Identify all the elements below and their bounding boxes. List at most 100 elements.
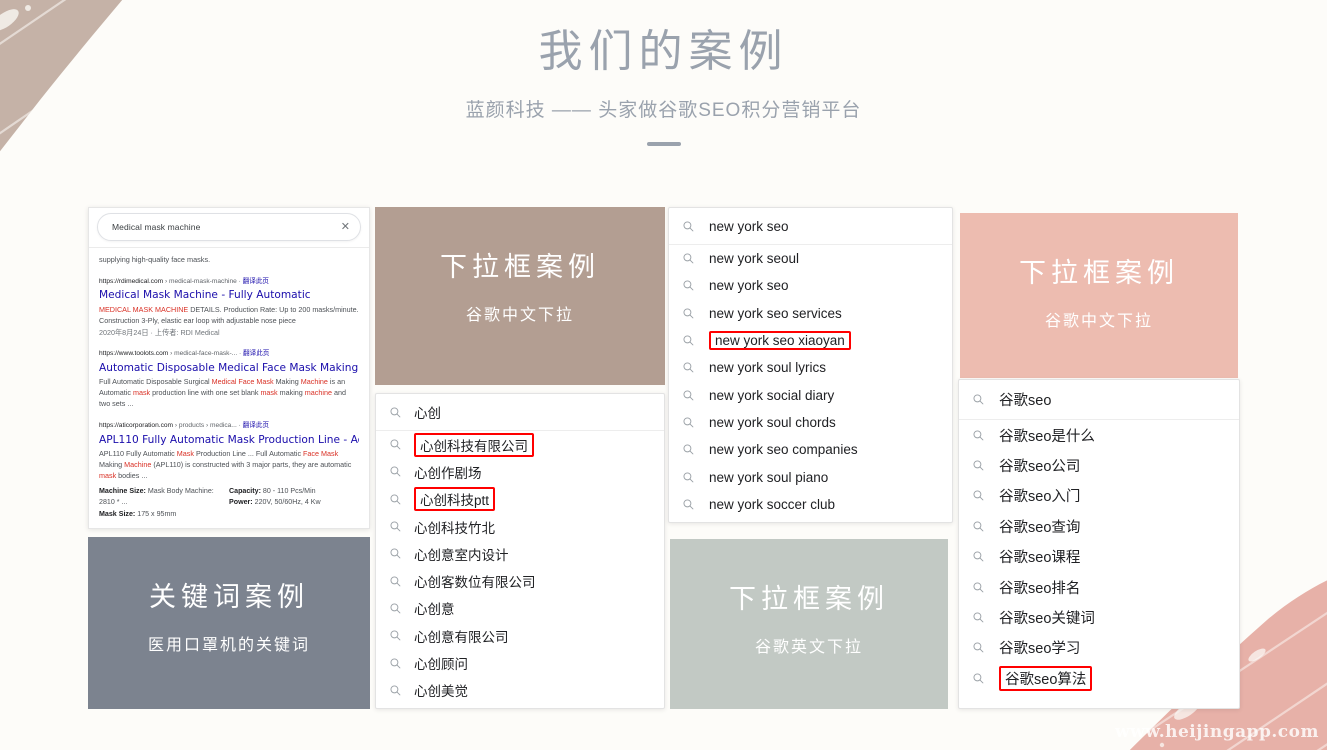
- suggest-item-label: new york social diary: [709, 387, 835, 403]
- suggest-item-label: 心创意有限公司: [414, 629, 509, 645]
- suggest-item[interactable]: 谷歌seo公司: [959, 450, 1239, 480]
- suggest-item-label: new york seo companies: [709, 442, 858, 458]
- serp-result-meta: 2020年8月24日 · 上传者: RDI Medical: [99, 327, 220, 337]
- suggest-item[interactable]: new york soul chords: [669, 409, 952, 436]
- search-icon: [969, 393, 987, 406]
- suggest-item[interactable]: new york seo services: [669, 300, 952, 327]
- translate-link[interactable]: 翻译此页: [243, 278, 269, 285]
- search-icon: [969, 520, 987, 533]
- search-icon: [969, 641, 987, 654]
- suggest-query-row[interactable]: new york seo: [669, 208, 952, 245]
- suggest-item-label-highlighted: 谷歌seo算法: [999, 665, 1093, 691]
- translate-link[interactable]: 翻译此页: [243, 422, 269, 429]
- search-icon: [679, 389, 697, 402]
- suggest-item-label: 谷歌seo入门: [999, 489, 1081, 506]
- suggest-item[interactable]: 心创客数位有限公司: [376, 567, 664, 594]
- suggest-item[interactable]: 谷歌seo查询: [959, 511, 1239, 541]
- search-icon: [969, 672, 987, 685]
- search-icon: [679, 334, 697, 347]
- search-icon: [679, 279, 697, 292]
- suggest-item-label: new york seoul: [709, 251, 800, 267]
- suggest-item-label: new york soccer club: [709, 496, 836, 512]
- card-subtitle: 谷歌中文下拉: [1044, 313, 1153, 330]
- search-icon: [679, 361, 697, 374]
- serp-search-input[interactable]: Medical mask machine: [112, 222, 341, 232]
- suggest-item[interactable]: 心创意有限公司: [376, 622, 664, 649]
- search-icon: [679, 307, 697, 320]
- search-icon: [969, 459, 987, 472]
- search-icon: [969, 489, 987, 502]
- google-serp-card: Medical mask machine ✕ supplying high-qu…: [88, 207, 370, 529]
- suggest-dropdown-google-seo: 谷歌seo 谷歌seo是什么 谷歌seo公司谷歌seo入门 谷歌seo查询 谷歌seo课…: [958, 379, 1240, 709]
- card-title: 下拉框案例: [729, 584, 889, 615]
- translate-link[interactable]: 翻译此页: [243, 350, 269, 357]
- slide-canvas: 我们的案例 蓝颜科技 —— 头家做谷歌SEO积分营销平台 Medical mas…: [0, 0, 1327, 750]
- suggest-item[interactable]: new york social diary: [669, 381, 952, 408]
- suggest-item[interactable]: 心创科技竹北: [376, 513, 664, 540]
- search-icon: [679, 220, 697, 233]
- serp-lead-text: supplying high-quality face masks.: [99, 255, 211, 264]
- suggest-item[interactable]: 心创意室内设计: [376, 540, 664, 567]
- serp-result-title[interactable]: Medical Mask Machine - Fully Automatic: [99, 288, 359, 302]
- suggest-item-label: new york soul lyrics: [709, 360, 827, 376]
- suggest-query-text: 心创: [414, 406, 441, 421]
- serp-result-url: https://rdimedical.com › medical-mask-ma…: [99, 277, 270, 285]
- suggest-item[interactable]: new york soccer club: [669, 491, 952, 518]
- suggest-item-label: 谷歌seo课程: [999, 550, 1081, 567]
- suggest-item[interactable]: new york seo xiaoyan: [669, 327, 952, 354]
- search-icon: [386, 657, 404, 670]
- suggest-item[interactable]: 心创科技有限公司: [376, 431, 664, 458]
- suggest-item[interactable]: 谷歌seo算法: [959, 663, 1239, 693]
- suggest-item-label: 心创科技竹北: [414, 520, 495, 536]
- search-icon: [386, 547, 404, 560]
- suggest-item-label-highlighted: 心创科技有限公司: [414, 432, 534, 457]
- suggest-item-label: new york soul chords: [709, 414, 836, 430]
- suggest-item-label: 谷歌seo查询: [999, 519, 1081, 536]
- search-icon: [386, 602, 404, 615]
- suggest-item[interactable]: 谷歌seo排名: [959, 572, 1239, 602]
- suggest-item[interactable]: 心创顾问: [376, 649, 664, 676]
- card-subtitle: 医用口罩机的关键词: [147, 637, 310, 654]
- suggest-item[interactable]: 心创意: [376, 595, 664, 622]
- suggest-item[interactable]: new york soul lyrics: [669, 354, 952, 381]
- suggest-item[interactable]: new york seo: [669, 272, 952, 299]
- serp-result-title[interactable]: Automatic Disposable Medical Face Mask M…: [99, 361, 359, 375]
- suggest-query-row[interactable]: 谷歌seo: [959, 380, 1239, 420]
- suggest-item-label: 心创美觉: [414, 684, 468, 700]
- suggest-item[interactable]: new york seo companies: [669, 436, 952, 463]
- suggest-item[interactable]: 谷歌seo关键词: [959, 602, 1239, 632]
- suggest-item[interactable]: 心创作剧场: [376, 458, 664, 485]
- search-icon: [679, 252, 697, 265]
- serp-result-title[interactable]: APL110 Fully Automatic Mask Production L…: [99, 433, 359, 447]
- serp-result-item[interactable]: https://www.toolots.com › medical-face-m…: [99, 349, 359, 410]
- suggest-item-label: 心创顾问: [414, 657, 468, 673]
- search-icon: [679, 416, 697, 429]
- serp-result-item[interactable]: https://rdimedical.com › medical-mask-ma…: [99, 277, 359, 339]
- suggest-item[interactable]: 谷歌seo入门: [959, 481, 1239, 511]
- suggest-item[interactable]: 谷歌seo课程: [959, 542, 1239, 572]
- suggest-item[interactable]: 谷歌seo是什么: [959, 420, 1239, 450]
- suggest-item-label: new york seo services: [709, 305, 842, 321]
- site-watermark: www.heijingapp.com: [1115, 722, 1319, 742]
- serp-spec-row: Mask Size: 175 x 95mm: [99, 510, 177, 519]
- label-card-keyword-case: 关键词案例 医用口罩机的关键词: [88, 537, 370, 709]
- serp-search-bar[interactable]: Medical mask machine ✕: [97, 213, 361, 241]
- card-title: 下拉框案例: [440, 252, 600, 283]
- serp-spec-row: Capacity: 80 - 110 Pcs/Min: [229, 486, 316, 495]
- suggest-item[interactable]: new york seoul: [669, 245, 952, 272]
- search-icon: [679, 498, 697, 511]
- suggest-query-row[interactable]: 心创: [376, 394, 664, 431]
- close-icon[interactable]: ✕: [341, 221, 350, 233]
- suggest-item-label: 心创意室内设计: [414, 547, 509, 563]
- card-subtitle: 谷歌英文下拉: [754, 639, 863, 656]
- suggest-item-label: new york soul piano: [709, 469, 829, 485]
- card-title: 关键词案例: [149, 582, 309, 613]
- serp-result-snippet: Full Automatic Disposable Surgical Medic…: [99, 377, 346, 409]
- serp-spec-row: Machine Size: Mask Body Machine: 2810 * …: [99, 486, 214, 507]
- suggest-item[interactable]: 心创科技ptt: [376, 486, 664, 513]
- suggest-item[interactable]: 谷歌seo学习: [959, 633, 1239, 663]
- suggest-item[interactable]: 心创美觉: [376, 677, 664, 704]
- suggest-item[interactable]: new york soul piano: [669, 463, 952, 490]
- search-icon: [969, 581, 987, 594]
- serp-result-item[interactable]: https://aticorporation.com › products › …: [99, 421, 359, 521]
